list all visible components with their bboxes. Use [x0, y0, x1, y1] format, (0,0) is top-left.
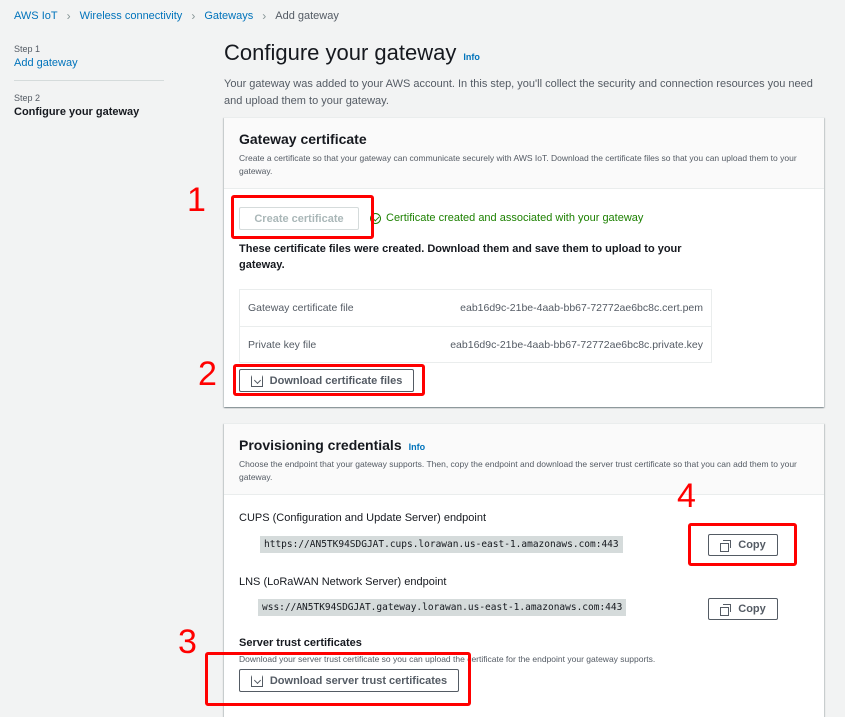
panel-title: Provisioning credentials Info	[239, 437, 809, 453]
success-text: Certificate created and associated with …	[386, 212, 644, 224]
annotation-number-4: 4	[677, 477, 696, 515]
step-1-number: Step 1	[14, 44, 41, 54]
page-title-text: Configure your gateway	[224, 40, 457, 65]
file-value: eab16d9c-21be-4aab-bb67-72772ae6bc8c.pri…	[450, 338, 703, 351]
panel-title: Gateway certificate	[239, 131, 367, 147]
steps-divider	[14, 80, 164, 81]
panel-header: Gateway certificate Create a certificate…	[224, 118, 824, 189]
cups-endpoint-label: CUPS (Configuration and Update Server) e…	[239, 512, 487, 524]
certificate-success-status: Certificate created and associated with …	[370, 212, 643, 224]
certificate-files-table: Gateway certificate file eab16d9c-21be-4…	[239, 289, 712, 363]
breadcrumb: AWS IoT › Wireless connectivity › Gatewa…	[14, 9, 339, 23]
step-1-link[interactable]: Add gateway	[14, 57, 166, 69]
annotation-number-3: 3	[178, 623, 197, 661]
file-label: Private key file	[248, 338, 317, 351]
table-row: Private key file eab16d9c-21be-4aab-bb67…	[240, 326, 711, 362]
copy-icon	[720, 603, 732, 616]
panel-description: Create a certificate so that your gatewa…	[239, 153, 797, 176]
page-title: Configure your gateway Info	[224, 40, 480, 66]
chevron-right-icon: ›	[262, 9, 267, 23]
certificate-note: These certificate files were created. Do…	[239, 243, 682, 271]
file-value: eab16d9c-21be-4aab-bb67-72772ae6bc8c.cer…	[460, 302, 703, 314]
button-label: Copy	[738, 603, 766, 615]
step-2-current: Configure your gateway	[14, 106, 140, 118]
wizard-steps: Step 1 Add gateway Step 2 Configure your…	[14, 44, 166, 118]
annotation-box-1	[231, 195, 374, 239]
breadcrumb-wireless-connectivity[interactable]: Wireless connectivity	[80, 10, 183, 22]
cups-endpoint-value[interactable]: https://AN5TK94SDGJAT.cups.lorawan.us-ea…	[260, 536, 623, 553]
info-link[interactable]: Info	[409, 442, 426, 452]
annotation-number-2: 2	[198, 355, 217, 393]
annotation-box-3	[205, 652, 471, 706]
panel-header: Provisioning credentials Info Choose the…	[224, 424, 824, 495]
copy-lns-button[interactable]: Copy	[708, 598, 778, 620]
breadcrumb-current: Add gateway	[275, 10, 339, 22]
table-row: Gateway certificate file eab16d9c-21be-4…	[240, 290, 711, 326]
file-label: Gateway certificate file	[248, 302, 354, 314]
server-trust-title: Server trust certificates	[239, 637, 362, 649]
panel-title-text: Provisioning credentials	[239, 437, 402, 453]
annotation-box-4	[688, 523, 797, 566]
breadcrumb-gateways[interactable]: Gateways	[204, 10, 253, 22]
lns-endpoint-label: LNS (LoRaWAN Network Server) endpoint	[239, 576, 447, 588]
chevron-right-icon: ›	[66, 9, 71, 23]
annotation-box-2	[233, 364, 425, 396]
chevron-right-icon: ›	[191, 9, 196, 23]
page-description: Your gateway was added to your AWS accou…	[224, 78, 813, 107]
panel-description: Choose the endpoint that your gateway su…	[239, 459, 797, 482]
annotation-number-1: 1	[187, 181, 206, 219]
breadcrumb-aws-iot[interactable]: AWS IoT	[14, 10, 58, 22]
lns-endpoint-value[interactable]: wss://AN5TK94SDGJAT.gateway.lorawan.us-e…	[258, 599, 627, 616]
info-link[interactable]: Info	[463, 52, 480, 62]
step-2-number: Step 2	[14, 93, 41, 103]
